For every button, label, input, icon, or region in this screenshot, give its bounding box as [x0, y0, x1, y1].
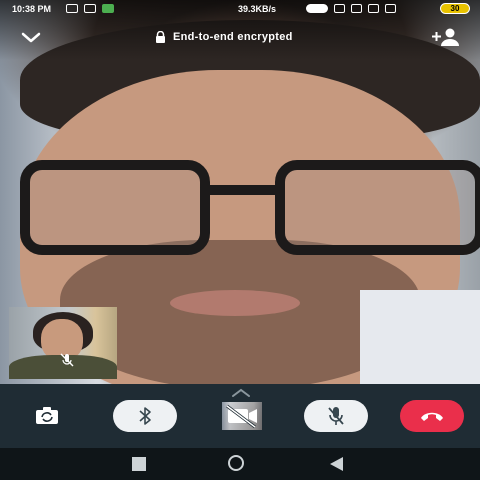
glasses-right-lens	[275, 160, 480, 255]
battery-icon: 30	[440, 3, 470, 14]
chevron-down-icon[interactable]	[20, 28, 42, 46]
signal-icon	[368, 4, 379, 13]
system-status-icons	[306, 4, 396, 13]
battery-level: 30	[450, 4, 460, 13]
messaging-app-icon	[102, 4, 114, 13]
home-button[interactable]	[228, 455, 244, 471]
mute-button[interactable]	[304, 400, 368, 432]
add-user-icon[interactable]	[430, 27, 462, 47]
chevron-up-icon[interactable]	[230, 388, 252, 398]
bluetooth-button[interactable]	[113, 400, 177, 432]
video-toggle-button[interactable]	[222, 402, 262, 430]
end-call-button[interactable]	[400, 400, 464, 432]
glasses-left-lens	[20, 160, 210, 255]
status-time: 10:38 PM	[12, 4, 52, 14]
switch-camera-icon	[36, 407, 58, 424]
encryption-label: End-to-end encrypted	[173, 31, 293, 43]
signal-2-icon	[385, 4, 396, 13]
status-bar: 10:38 PM 39.3KB/s 30	[0, 0, 480, 18]
upload-icon	[66, 4, 78, 13]
remote-person-shirt	[360, 290, 480, 384]
encryption-notice[interactable]: End-to-end encrypted	[155, 31, 293, 43]
lock-icon	[156, 31, 165, 43]
bluetooth-icon	[139, 407, 151, 425]
remote-person-mouth	[170, 290, 300, 316]
alarm-icon	[334, 4, 345, 13]
video-notification-icon	[84, 4, 96, 13]
glasses-bridge	[200, 185, 280, 195]
sim-icon	[351, 4, 362, 13]
self-view-thumbnail[interactable]	[9, 307, 117, 379]
self-mic-off-icon	[60, 353, 74, 367]
end-call-icon	[421, 412, 443, 421]
back-button[interactable]	[330, 457, 343, 471]
recents-button[interactable]	[132, 457, 146, 471]
video-off-icon	[226, 404, 257, 429]
network-speed: 39.3KB/s	[238, 4, 277, 14]
switch-camera-button[interactable]	[33, 402, 61, 430]
mic-off-icon	[328, 407, 344, 425]
notification-icons	[66, 4, 114, 13]
vpn-icon	[306, 4, 328, 13]
